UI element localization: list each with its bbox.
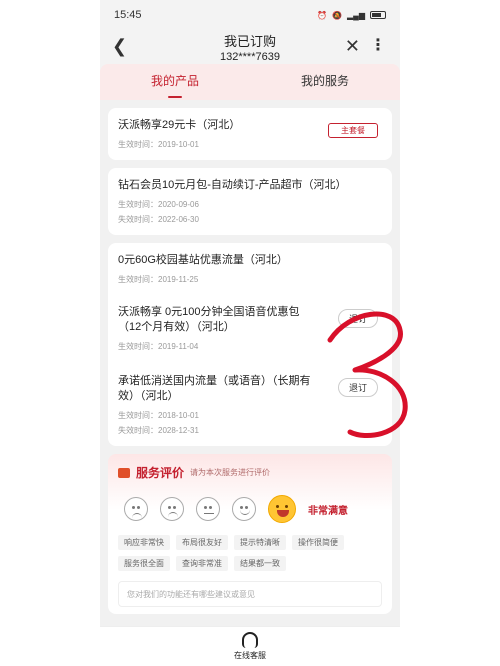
rating-title: 服务评价 [136, 466, 185, 480]
tab-bar: 我的产品 我的服务 [100, 64, 400, 100]
rating-chip[interactable]: 提示特清晰 [234, 535, 286, 550]
product-date: 生效时间：2020-09-06 [118, 200, 199, 209]
mute-icon: 🔕 [332, 10, 343, 20]
status-bar: 15:45 ⏰ 🔕 ▂▄▆ [100, 0, 400, 30]
rating-icon [118, 467, 130, 478]
product-card: 沃派畅享29元卡（河北） 生效时间：2019-10-01 主套餐 [108, 108, 392, 160]
back-icon[interactable]: ❮ [112, 36, 127, 56]
more-icon[interactable]: ⋮ [370, 36, 386, 56]
rating-subtitle: 请为本次服务进行评价 [190, 468, 271, 477]
feedback-input[interactable]: 您对我们的功能还有哪些建议或意见 [118, 581, 382, 607]
rating-chip[interactable]: 操作很简便 [292, 535, 344, 550]
online-service-label: 在线客服 [234, 651, 266, 660]
rating-chip[interactable]: 结果都一致 [234, 556, 286, 571]
main-plan-badge: 主套餐 [328, 123, 378, 138]
product-date: 生效时间：2019-11-25 [118, 275, 199, 284]
tab-my-services[interactable]: 我的服务 [250, 64, 400, 100]
unsubscribe-button[interactable]: 退订 [337, 378, 378, 397]
rating-chip[interactable]: 布局很友好 [176, 535, 228, 550]
very-dissatisfied-icon[interactable] [124, 497, 148, 521]
battery-icon [370, 11, 386, 19]
product-card: 0元60G校园基站优惠流量（河北） 生效时间：2019-11-25 [108, 243, 392, 293]
selected-rating-label: 非常满意 [308, 505, 348, 517]
product-date: 生效时间：2018-10-01 [118, 411, 199, 420]
rating-chip[interactable]: 查询非常准 [176, 556, 228, 571]
product-expire-date: 失效时间：2022-06-30 [118, 215, 199, 224]
service-rating-panel: 服务评价 请为本次服务进行评价 非常满意 响应非常快 布局很友好 提示特清晰 操… [108, 454, 392, 614]
phone-number: 132****7639 [220, 51, 280, 63]
product-name: 0元60G校园基站优惠流量（河北） [118, 254, 288, 266]
product-date: 生效时间：2019-11-04 [118, 342, 199, 351]
product-name: 承诺低消送国内流量（或语音）（长期有效）（河北） [118, 375, 311, 402]
page-title: 我已订购 [223, 34, 276, 49]
rating-chips: 响应非常快 布局很友好 提示特清晰 操作很简便 服务很全面 查询非常准 结果都一… [118, 535, 382, 571]
product-card: 钻石会员10元月包-自动续订-产品超市（河北） 生效时间：2020-09-06 … [108, 168, 392, 235]
rating-faces: 非常满意 [118, 495, 382, 523]
status-time: 15:45 [114, 9, 142, 21]
status-icons: ⏰ 🔕 ▂▄▆ [317, 11, 386, 20]
dissatisfied-icon[interactable] [160, 497, 184, 521]
signal-icon: ▂▄▆ [347, 10, 365, 20]
satisfied-icon[interactable] [232, 497, 256, 521]
unsubscribe-button[interactable]: 退订 [337, 309, 378, 328]
close-icon[interactable]: ✕ [345, 36, 360, 56]
tab-my-products[interactable]: 我的产品 [100, 64, 250, 100]
rating-header: 服务评价 请为本次服务进行评价 [118, 464, 382, 481]
online-service-bar[interactable]: 在线客服 [100, 626, 400, 666]
product-name: 钻石会员10元月包-自动续订-产品超市（河北） [118, 179, 347, 191]
product-date: 生效时间：2019-10-01 [118, 140, 199, 149]
app-screen: ❮ 我已订购 132****7639 ✕ ⋮ 我的产品 我的服务 沃派畅享29元… [100, 30, 400, 666]
neutral-icon[interactable] [196, 497, 220, 521]
alarm-icon: ⏰ [317, 10, 328, 20]
rating-chip[interactable]: 服务很全面 [118, 556, 170, 571]
headset-icon [242, 632, 258, 648]
page-header: ❮ 我已订购 132****7639 ✕ ⋮ [100, 30, 400, 64]
product-expire-date: 失效时间：2028-12-31 [118, 426, 199, 435]
rating-chip[interactable]: 响应非常快 [118, 535, 170, 550]
product-card: 沃派畅享 0元100分钟全国语音优惠包（12个月有效）（河北） 生效时间：201… [108, 293, 392, 362]
very-satisfied-icon[interactable] [268, 495, 296, 523]
product-list: 沃派畅享29元卡（河北） 生效时间：2019-10-01 主套餐 钻石会员10元… [100, 100, 400, 660]
product-card: 承诺低消送国内流量（或语音）（长期有效）（河北） 生效时间：2018-10-01… [108, 362, 392, 446]
product-name: 沃派畅享 0元100分钟全国语音优惠包（12个月有效）（河北） [118, 306, 300, 333]
